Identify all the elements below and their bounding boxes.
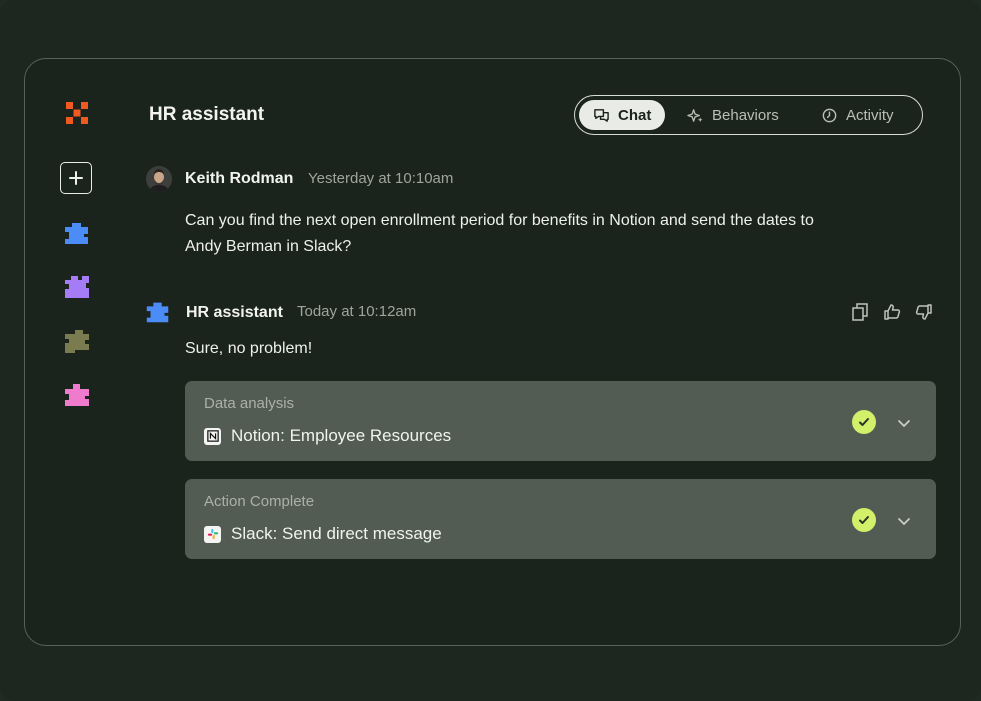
- message-timestamp: Yesterday at 10:10am: [308, 170, 454, 187]
- page-title: HR assistant: [149, 104, 265, 125]
- card-text: Notion: Employee Resources: [231, 426, 452, 445]
- copy-icon: [852, 303, 868, 321]
- agent-item-1[interactable]: [62, 218, 92, 248]
- copy-button[interactable]: [850, 302, 870, 322]
- thumbs-down-icon: [915, 304, 932, 320]
- sparkle-icon: [687, 108, 703, 122]
- tab-chat-label: Chat: [618, 106, 652, 124]
- slack-icon: [204, 525, 221, 543]
- puzzle-icon: [65, 223, 88, 244]
- puzzle-icon: [65, 384, 89, 406]
- tab-chat[interactable]: Chat: [579, 100, 666, 130]
- tab-bar: Chat Behaviors Activity: [574, 95, 923, 135]
- check-icon: [852, 410, 876, 434]
- assistant-avatar-icon: [144, 298, 172, 326]
- card-label: Data analysis: [204, 395, 295, 412]
- clock-icon: [822, 108, 837, 122]
- logo-icon[interactable]: [64, 100, 90, 126]
- message-text-line: Can you find the next open enrollment pe…: [185, 212, 814, 229]
- tab-behaviors-label: Behaviors: [712, 106, 779, 124]
- tab-activity-label: Activity: [846, 106, 894, 124]
- notion-icon: [204, 427, 221, 445]
- card-label: Action Complete: [204, 493, 315, 510]
- plus-icon: [69, 171, 83, 185]
- thumbs-down-button[interactable]: [914, 302, 934, 322]
- agent-item-4[interactable]: [62, 380, 92, 410]
- chevron-down-icon[interactable]: [894, 413, 914, 433]
- message-actions: [850, 302, 934, 322]
- card-text: Slack: Send direct message: [231, 524, 442, 543]
- message-text-line: Andy Berman in Slack?: [185, 238, 352, 255]
- agent-item-2[interactable]: [62, 272, 92, 302]
- check-icon: [852, 508, 876, 532]
- message-author: Keith Rodman: [185, 170, 294, 187]
- tab-behaviors[interactable]: Behaviors: [687, 100, 779, 130]
- thumbs-up-button[interactable]: [882, 302, 902, 322]
- chevron-down-icon[interactable]: [894, 511, 914, 531]
- tool-card-data-analysis[interactable]: Data analysis Notion: Employee Resources: [185, 381, 936, 461]
- puzzle-icon: [65, 330, 89, 353]
- thumbs-up-icon: [884, 304, 901, 320]
- chat-icon: [594, 108, 609, 122]
- agent-item-3[interactable]: [62, 326, 92, 356]
- message-author: HR assistant: [186, 304, 283, 321]
- tool-card-action-complete[interactable]: Action Complete Slack: Send direct messa…: [185, 479, 936, 559]
- tab-activity[interactable]: Activity: [821, 100, 894, 130]
- message-text: Sure, no problem!: [185, 340, 313, 357]
- puzzle-icon: [65, 276, 89, 298]
- message-timestamp: Today at 10:12am: [297, 303, 417, 320]
- new-chat-button[interactable]: [60, 162, 92, 194]
- avatar: [146, 166, 172, 192]
